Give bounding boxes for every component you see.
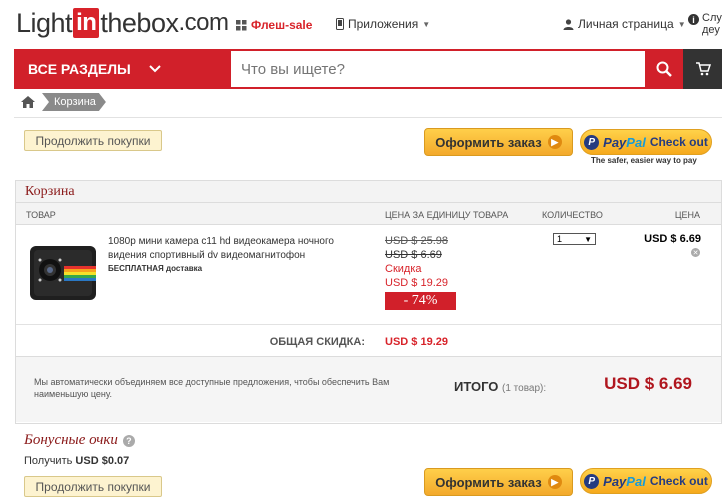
checkout-button[interactable]: Оформить заказ ▶ <box>424 128 573 156</box>
col-unit-price: ЦЕНА ЗА ЕДИНИЦУ ТОВАРА <box>385 210 509 220</box>
total-note: Мы автоматически объединяем все доступны… <box>34 377 390 399</box>
checkout-button-bottom[interactable]: Оформить заказ ▶ <box>424 468 573 496</box>
product-image[interactable] <box>28 242 98 302</box>
site-logo[interactable]: Light in thebox .com <box>16 7 229 38</box>
bonus-title-text: Бонусные очки <box>24 432 118 448</box>
discount-label: Скидка <box>385 263 422 275</box>
col-quantity: КОЛИЧЕСТВО <box>542 210 603 220</box>
all-categories-button[interactable]: ВСЕ РАЗДЕЛЫ <box>14 49 231 89</box>
total-label: ИТОГО (1 товар): <box>454 379 546 394</box>
logo-in: in <box>73 8 100 38</box>
account-menu[interactable]: Личная страница ▼ <box>563 17 686 31</box>
phone-icon <box>336 18 344 30</box>
paypal-pay: Pay <box>603 134 627 150</box>
paypal-pay: Pay <box>603 473 627 489</box>
paypal-pal: Pal <box>626 134 646 150</box>
col-price: ЦЕНА <box>674 210 700 220</box>
account-label: Личная страница <box>578 17 674 31</box>
arrow-right-icon: ▶ <box>547 475 562 489</box>
logo-thebox: thebox <box>100 7 179 38</box>
help-line-2: деу <box>702 24 720 36</box>
paypal-checkout-button-bottom[interactable]: P PayPal Check out <box>580 468 712 494</box>
divider <box>14 117 722 118</box>
logo-light: Light <box>16 7 73 38</box>
paypal-p-icon: P <box>584 134 600 150</box>
paypal-checkout-label: Check out <box>649 135 708 149</box>
paypal-pal: Pal <box>626 473 646 489</box>
bonus-points-title: Бонусные очки ? <box>24 432 135 449</box>
search-icon <box>656 61 672 77</box>
bonus-earn: Получить USD $0.07 <box>24 455 129 467</box>
cart-icon <box>695 62 711 76</box>
free-shipping-label: БЕСПЛАТНАЯ доставка <box>108 264 203 273</box>
chevron-down-icon: ▼ <box>677 19 686 29</box>
flash-sale-link[interactable]: Флеш-sale <box>236 18 312 32</box>
total-discount-value: USD $ 19.29 <box>385 336 448 348</box>
all-categories-label: ВСЕ РАЗДЕЛЫ <box>28 61 131 77</box>
original-price: USD $ 25.98 <box>385 235 448 247</box>
apps-menu[interactable]: Приложения ▼ <box>336 17 430 31</box>
discount-percent-badge: - 74% <box>385 292 456 310</box>
search-input[interactable] <box>231 49 645 89</box>
bonus-get-label: Получить <box>24 455 73 467</box>
remove-item-icon[interactable]: ✕ <box>691 248 700 257</box>
cart-panel: Корзина ТОВАР ЦЕНА ЗА ЕДИНИЦУ ТОВАРА КОЛ… <box>15 180 722 424</box>
user-icon <box>563 18 574 30</box>
cart-title: Корзина <box>16 181 721 203</box>
paypal-checkout-button[interactable]: P PayPal Check out <box>580 129 712 155</box>
col-product: ТОВАР <box>26 210 56 220</box>
breadcrumb-current[interactable]: Корзина <box>42 93 106 111</box>
checkout-label: Оформить заказ <box>435 474 542 490</box>
help-label: Слу деу <box>702 12 722 36</box>
top-bar: Light in thebox .com Флеш-sale Приложения ▼… <box>0 0 722 48</box>
total-discount-row: ОБЩАЯ СКИДКА: USD $ 19.29 <box>16 325 721 357</box>
grid-icon <box>236 19 247 30</box>
total-label-text: ИТОГО <box>454 379 499 394</box>
help-line-1: Слу <box>702 12 722 24</box>
sale-price: USD $ 6.69 <box>385 249 442 261</box>
paypal-logo: PayPal <box>603 135 646 150</box>
product-name-link[interactable]: 1080p мини камера c11 hd видеокамера ноч… <box>108 235 373 263</box>
bonus-get-value: USD $0.07 <box>75 455 130 467</box>
paypal-p-icon: P <box>584 473 600 489</box>
checkout-label: Оформить заказ <box>435 134 542 150</box>
quantity-value: 1 <box>557 234 563 244</box>
breadcrumb-home[interactable] <box>18 93 38 111</box>
total-value: USD $ 6.69 <box>604 374 692 393</box>
paypal-logo: PayPal <box>603 474 646 489</box>
search-button[interactable] <box>645 49 683 89</box>
line-total: USD $ 6.69 <box>644 233 701 245</box>
cart-table-header: ТОВАР ЦЕНА ЗА ЕДИНИЦУ ТОВАРА КОЛИЧЕСТВО … <box>16 203 721 225</box>
help-question-icon[interactable]: ? <box>122 434 135 447</box>
logo-com: .com <box>178 9 229 36</box>
order-total-row: Мы автоматически объединяем все доступны… <box>16 357 721 422</box>
discount-amount: USD $ 19.29 <box>385 277 448 289</box>
continue-shopping-button[interactable]: Продолжить покупки <box>24 130 162 151</box>
total-discount-label: ОБЩАЯ СКИДКА: <box>269 336 365 348</box>
help-menu[interactable]: i Слу деу <box>688 12 722 36</box>
header-cart-button[interactable] <box>683 49 722 89</box>
paypal-tagline: The safer, easier way to pay <box>591 156 697 165</box>
chevron-down-icon: ▼ <box>422 19 431 29</box>
info-icon: i <box>688 14 699 25</box>
chevron-down-icon <box>149 65 161 73</box>
apps-label: Приложения <box>348 17 419 31</box>
search-bar: ВСЕ РАЗДЕЛЫ <box>14 49 722 89</box>
arrow-right-icon: ▶ <box>547 135 562 149</box>
breadcrumb: Корзина <box>18 93 106 111</box>
quantity-select[interactable]: 1 ▼ <box>553 233 596 245</box>
continue-shopping-button-bottom[interactable]: Продолжить покупки <box>24 476 162 497</box>
flash-sale-label: Флеш-sale <box>251 18 313 32</box>
home-icon <box>21 96 35 108</box>
paypal-checkout-label: Check out <box>649 474 708 488</box>
total-item-count: (1 товар): <box>502 383 547 394</box>
chevron-down-icon: ▼ <box>584 234 592 244</box>
cart-item-row: 1080p мини камера c11 hd видеокамера ноч… <box>16 225 721 325</box>
